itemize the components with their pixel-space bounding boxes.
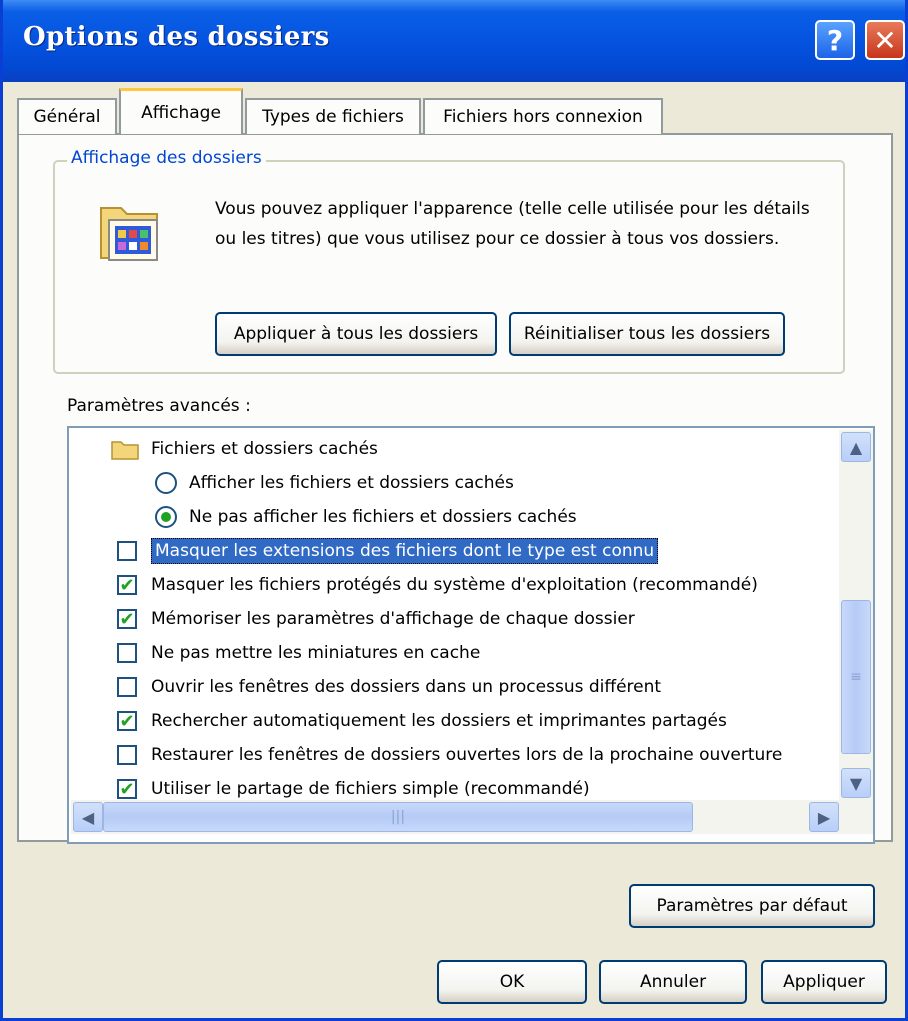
list-item-label: Ne pas afficher les fichiers et dossiers…: [189, 507, 577, 527]
help-icon: ?: [826, 23, 844, 57]
list-item-label: Ouvrir les fenêtres des dossiers dans un…: [151, 677, 662, 697]
tab-affichage[interactable]: Affichage: [119, 88, 243, 134]
scroll-up-arrow-icon[interactable]: ▲: [841, 432, 871, 462]
window-title: Options des dossiers: [23, 22, 330, 52]
scroll-right-arrow-icon[interactable]: ▶: [809, 802, 839, 832]
folder-view-icon: [95, 194, 165, 270]
radio-button[interactable]: [155, 506, 177, 528]
checkbox[interactable]: [117, 677, 137, 697]
folder-icon: [111, 438, 139, 460]
list-item-auto-search-shares[interactable]: ✔ Rechercher automatiquement les dossier…: [117, 704, 727, 738]
scroll-down-arrow-icon[interactable]: ▼: [841, 768, 871, 798]
list-item-radio-show-hidden[interactable]: Afficher les fichiers et dossiers cachés: [155, 466, 514, 500]
list-item-label: Fichiers et dossiers cachés: [151, 439, 378, 459]
advanced-settings-list[interactable]: Fichiers et dossiers cachés Afficher les…: [67, 426, 875, 844]
close-button[interactable]: ✕: [865, 20, 905, 60]
list-item-no-thumbnail-cache[interactable]: Ne pas mettre les miniatures en cache: [117, 636, 480, 670]
list-item-hide-extensions[interactable]: Masquer les extensions des fichiers dont…: [117, 534, 659, 568]
tab-fichiers-hors-connexion[interactable]: Fichiers hors connexion: [423, 98, 663, 134]
list-item-label: Restaurer les fenêtres de dossiers ouver…: [151, 745, 783, 765]
apply-button[interactable]: Appliquer: [761, 960, 887, 1004]
horizontal-scrollbar[interactable]: ◀ ||| ▶: [71, 800, 873, 834]
scroll-left-arrow-icon[interactable]: ◀: [73, 802, 103, 832]
list-item-label: Masquer les extensions des fichiers dont…: [151, 538, 659, 564]
horizontal-scroll-thumb[interactable]: |||: [103, 802, 693, 832]
checkbox[interactable]: ✔: [117, 711, 137, 732]
checkbox[interactable]: [117, 643, 137, 663]
vertical-scroll-thumb[interactable]: ≡: [841, 600, 871, 754]
title-bar[interactable]: Options des dossiers ? ✕: [3, 0, 905, 82]
list-item-label: Rechercher automatiquement les dossiers …: [151, 711, 727, 731]
checkbox[interactable]: [117, 541, 137, 561]
list-item-separate-process[interactable]: Ouvrir les fenêtres des dossiers dans un…: [117, 670, 661, 704]
checkbox[interactable]: ✔: [117, 609, 137, 630]
list-item-label: Masquer les fichiers protégés du système…: [151, 575, 758, 595]
list-item-hide-protected-files[interactable]: ✔ Masquer les fichiers protégés du systè…: [117, 568, 758, 602]
reset-all-folders-button[interactable]: Réinitialiser tous les dossiers: [509, 312, 785, 356]
list-item-label: Ne pas mettre les miniatures en cache: [151, 643, 481, 663]
folder-options-dialog: Options des dossiers ? ✕ Général Afficha…: [0, 0, 908, 1021]
list-item-restore-windows[interactable]: Restaurer les fenêtres de dossiers ouver…: [117, 738, 837, 772]
folder-view-legend: Affichage des dossiers: [67, 148, 266, 168]
tab-types-fichiers[interactable]: Types de fichiers: [245, 98, 421, 134]
folder-view-description: Vous pouvez appliquer l'apparence (telle…: [215, 199, 810, 249]
radio-button[interactable]: [155, 472, 177, 494]
restore-defaults-button[interactable]: Paramètres par défaut: [629, 884, 875, 928]
list-item-label: Afficher les fichiers et dossiers cachés: [189, 473, 514, 493]
list-item-radio-hide-hidden[interactable]: Ne pas afficher les fichiers et dossiers…: [155, 500, 577, 534]
list-item-remember-view-settings[interactable]: ✔ Mémoriser les paramètres d'affichage d…: [117, 602, 635, 636]
checkbox[interactable]: [117, 745, 137, 765]
cancel-button[interactable]: Annuler: [599, 960, 747, 1004]
list-item-hidden-files-group: Fichiers et dossiers cachés: [111, 432, 378, 466]
apply-to-all-folders-button[interactable]: Appliquer à tous les dossiers: [215, 312, 497, 356]
checkbox[interactable]: ✔: [117, 779, 137, 800]
vertical-scrollbar[interactable]: ▲ ≡ ▼: [839, 430, 873, 800]
ok-button[interactable]: OK: [437, 960, 587, 1004]
help-button[interactable]: ?: [815, 20, 855, 60]
checkbox[interactable]: ✔: [117, 575, 137, 596]
list-item-label: Utiliser le partage de fichiers simple (…: [151, 779, 590, 799]
close-icon: ✕: [873, 23, 897, 57]
tab-general[interactable]: Général: [17, 98, 117, 134]
list-item-label: Mémoriser les paramètres d'affichage de …: [151, 609, 635, 629]
advanced-settings-label: Paramètres avancés :: [67, 396, 251, 416]
